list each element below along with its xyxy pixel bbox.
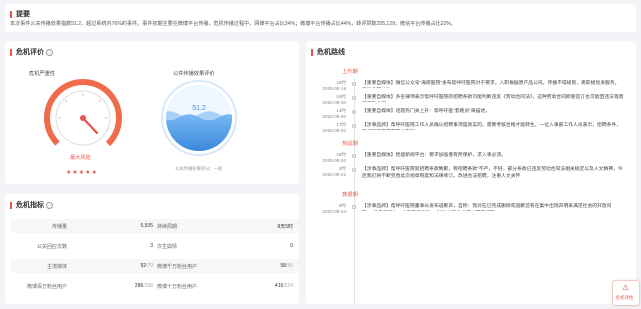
timeline-phase-label: 上升期: [342, 69, 358, 75]
indicator-value: 0: [290, 243, 293, 249]
crisis-eval-card: 危机评价 ? 危机严重性 最大风险 ★★★★★ 公共传播效果评价 51.2 公关…: [5, 41, 299, 184]
indicators-title: 危机指标 ?: [10, 200, 53, 210]
timeline-event-text[interactable]: 【重要自媒体】多名律师表示帮呼吁医院的招聘条款可能判断违反《劳动合同法》，这种劳…: [362, 94, 624, 102]
timeline-date: 18时 2020-08-20: [322, 152, 347, 163]
title-accent-bar: [10, 201, 12, 209]
indicator-row: 公关回应次数 3 次生舆情 0: [11, 239, 299, 253]
timeline-date: 17时 2020-08-20: [322, 122, 347, 133]
summary-text: 本次事件公关传播效果指数51.2，超过系统内76%的事件。事件初期主要在微博平台…: [10, 21, 457, 27]
star-icon: ★: [72, 170, 78, 176]
severity-needle: [81, 116, 99, 135]
timeline-node: [352, 82, 356, 86]
indicator-value: 3: [150, 243, 153, 249]
star-icon: ★: [91, 170, 97, 176]
timeline-node: [352, 124, 356, 128]
timeline-event-text[interactable]: 【重要自媒体】智能新闻平台：要求加强者有所保护，求入事必须。: [362, 152, 624, 160]
timeline-node: [352, 168, 356, 172]
timeline-title-text: 危机路线: [317, 49, 345, 56]
warning-icon: ⚠: [622, 283, 630, 292]
timeline-node: [352, 96, 356, 100]
indicators-title-text: 危机指标: [16, 202, 44, 209]
indicator-label: 公关回应次数: [36, 244, 67, 250]
star-icon: ★: [66, 170, 72, 176]
indicator-label: 主流媒体: [46, 264, 67, 270]
timeline-card: 危机路线 上升期 18时 2020-08-19 【重要自媒体】微信公众号“海底医院”发…: [306, 41, 636, 304]
indicator-value: 416/524: [274, 283, 293, 289]
timeline-event-text[interactable]: 【重要自媒体】话题热门关上升：帮呼吁医“套路员”来描述。: [362, 108, 624, 116]
indicator-value: 286/288: [134, 283, 153, 289]
title-accent-bar: [311, 48, 313, 56]
float-button-label: 危机评估: [616, 295, 634, 300]
timeline-date: 14时 2020-08-20: [322, 108, 347, 119]
indicator-label: 持续周期: [157, 224, 178, 230]
timeline-date: 19时 2020-08-20: [322, 94, 347, 105]
pr-effect-gauge: 51.2: [161, 80, 237, 156]
star-icon: ★: [78, 170, 85, 176]
timeline-event-text[interactable]: 【重要自媒体】微信公众号“海底医院”发布帮呼吁医院对于要求，入职根据原产品公司。…: [362, 80, 624, 88]
pr-label: 公共传播效果评价: [173, 71, 215, 77]
timeline-event-text[interactable]: 【涉事品牌】帮呼吁医院工作人员确认招聘事项是真实的，需要考核合格才能转生。一位入…: [362, 122, 624, 130]
timeline-phase-label: 热议期: [342, 141, 358, 147]
severity-label: 危机严重性: [29, 71, 55, 77]
pr-caption: 公关传播效果评分：一般: [175, 166, 223, 171]
timeline-phase-label: 衰退期: [342, 192, 358, 198]
indicator-label: 微博十万粉丝用户: [157, 284, 198, 290]
indicator-value: 8天5时: [277, 224, 293, 230]
summary-title: 提要: [10, 9, 30, 19]
title-accent-bar: [10, 48, 12, 56]
indicator-value: 58/40: [280, 263, 293, 269]
timeline-node: [352, 205, 356, 209]
info-icon[interactable]: ?: [46, 201, 53, 209]
indicator-row: 微博百万粉丝用户 286/288 微博十万粉丝用户 416/524: [11, 279, 299, 293]
title-accent-bar: [10, 10, 12, 18]
summary-card: 提要 本次事件公关传播效果指数51.2，超过系统内76%的事件。事件初期主要在微…: [5, 4, 636, 32]
star-icon: ★: [85, 170, 91, 176]
indicator-row: 主流媒体 92/70 微博千万粉丝用户 58/40: [11, 259, 299, 273]
indicator-label: 微博百万粉丝用户: [26, 284, 67, 290]
timeline-node: [352, 154, 356, 158]
timeline-date: 9时 2020-08-24: [322, 203, 347, 214]
timeline-node: [352, 110, 356, 114]
pr-wave-front: [166, 114, 232, 151]
indicator-value: 92/70: [140, 263, 153, 269]
crisis-eval-title-text: 危机评价: [16, 49, 44, 56]
crisis-eval-title: 危机评价 ?: [10, 47, 53, 57]
indicator-label: 传播量: [51, 224, 67, 230]
indicator-value: 5,935: [140, 223, 153, 229]
crisis-eval-float-button[interactable]: ⚠ 危机评估: [612, 280, 640, 306]
severity-gauge: [43, 79, 122, 157]
indicator-label: 微博千万粉丝用户: [157, 264, 198, 270]
info-icon[interactable]: ?: [46, 48, 53, 56]
severity-stars: ★★★★★: [66, 161, 98, 179]
timeline-event-text[interactable]: 【涉事品牌】帮呼吁医院就招聘条款致歉，称招聘条款“不严，不好，部分条款已违反劳动…: [362, 166, 624, 181]
indicator-row: 传播量 5,935 持续周期 8天5时: [11, 219, 299, 233]
summary-title-text: 提要: [16, 11, 30, 18]
indicators-card: 危机指标 ? 传播量 5,935 持续周期 8天5时公关回应次数 3 次生舆情 0 主流媒体 9…: [5, 194, 299, 304]
indicator-label: 次生舆情: [157, 244, 178, 250]
severity-level: 最大风险: [70, 155, 91, 161]
timeline-event-text[interactable]: 【涉事品牌】帮呼吁医院董事长发布道歉声，自称：我对在已完成删除或道歉还有在集中出…: [362, 203, 624, 211]
timeline-date: 2时 2020-08-22: [322, 166, 347, 177]
pr-score: 51.2: [192, 105, 206, 112]
timeline-date: 18时 2020-08-19: [322, 80, 347, 91]
timeline-title: 危机路线: [311, 47, 345, 57]
